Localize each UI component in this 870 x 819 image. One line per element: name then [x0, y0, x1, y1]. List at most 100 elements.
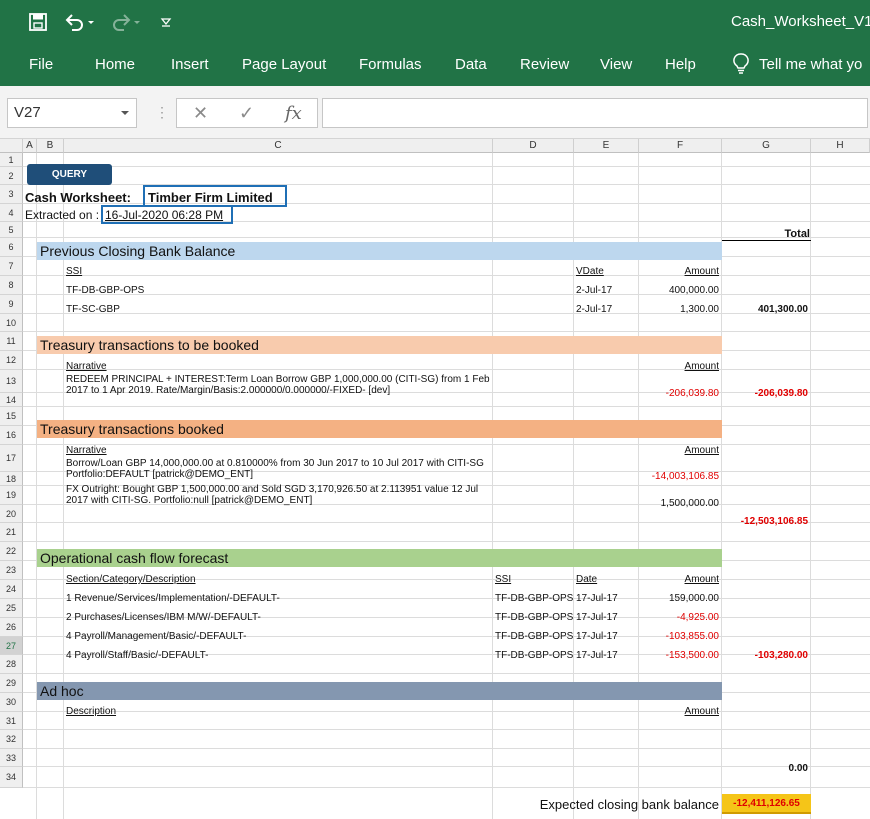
- insert-function-button[interactable]: fx: [285, 103, 302, 124]
- ops-row-description: 4 Payroll/Staff/Basic/-DEFAULT-: [66, 650, 209, 661]
- prev-total: 401,300.00: [757, 304, 808, 315]
- row-header[interactable]: 20: [0, 505, 23, 523]
- column-label-narrative: Narrative: [66, 445, 107, 456]
- tab-home[interactable]: Home: [95, 56, 135, 73]
- row-header[interactable]: 30: [0, 693, 23, 712]
- row-header[interactable]: 10: [0, 314, 23, 332]
- column-header-f[interactable]: F: [639, 139, 722, 153]
- column-label-description: Description: [66, 706, 117, 717]
- row-header[interactable]: 23: [0, 561, 23, 580]
- row-header[interactable]: 7: [0, 257, 23, 276]
- row-header[interactable]: 17: [0, 445, 23, 472]
- row-header[interactable]: 11: [0, 332, 23, 351]
- column-header-e[interactable]: E: [574, 139, 639, 153]
- column-header-d[interactable]: D: [493, 139, 574, 153]
- tobook-total: -206,039.80: [754, 388, 808, 399]
- redo-icon[interactable]: [108, 10, 142, 34]
- tab-data[interactable]: Data: [455, 56, 487, 73]
- row-header[interactable]: 26: [0, 618, 23, 637]
- row-header[interactable]: 1: [0, 153, 23, 167]
- total-column-header: Total: [784, 228, 810, 240]
- ops-row-ssi: TF-DB-GBP-OPS: [495, 612, 573, 623]
- column-label-ssi: SSI: [495, 574, 512, 585]
- chevron-down-icon[interactable]: [121, 111, 129, 115]
- section-to-be-booked: Treasury transactions to be booked: [37, 336, 722, 354]
- column-header-b[interactable]: B: [37, 139, 64, 153]
- column-label-amount: Amount: [684, 361, 719, 372]
- row-header[interactable]: 28: [0, 655, 23, 674]
- column-header-h[interactable]: H: [811, 139, 870, 153]
- prev-row-amount: 400,000.00: [668, 285, 719, 296]
- row-header[interactable]: 5: [0, 222, 23, 238]
- row-header[interactable]: 25: [0, 599, 23, 618]
- column-header-g[interactable]: G: [722, 139, 811, 153]
- gridline: [23, 748, 870, 749]
- column-header-c[interactable]: C: [64, 139, 493, 153]
- row-header[interactable]: 16: [0, 426, 23, 445]
- booked-amount: 1,500,000.00: [660, 498, 719, 509]
- undo-icon[interactable]: [62, 10, 96, 34]
- row-header[interactable]: 21: [0, 523, 23, 542]
- row-header[interactable]: 8: [0, 276, 23, 295]
- row-header[interactable]: 2: [0, 167, 23, 185]
- row-header[interactable]: 14: [0, 393, 23, 407]
- ops-row-amount: -103,855.00: [665, 631, 719, 642]
- ops-row-description: 2 Purchases/Licenses/IBM M/W/-DEFAULT-: [66, 612, 261, 623]
- worksheet-grid[interactable]: A B C D E F G H 1 2 3 4 5 6 7 8 9 10 11 12 13 14 15 16 1…: [0, 139, 870, 819]
- gridline: [23, 369, 870, 370]
- tab-help[interactable]: Help: [665, 56, 696, 73]
- gridline: [23, 444, 870, 445]
- section-booked: Treasury transactions booked: [37, 420, 722, 438]
- gridline: [23, 275, 870, 276]
- window-title: Cash_Worksheet_V1: [731, 13, 870, 30]
- booked-narrative: FX Outright: Bought GBP 1,500,000.00 and…: [66, 484, 479, 506]
- column-label-amount: Amount: [684, 574, 719, 585]
- column-header-a[interactable]: A: [23, 139, 37, 153]
- row-header[interactable]: 12: [0, 351, 23, 370]
- customize-qat-icon[interactable]: [157, 10, 175, 34]
- title-bar: Cash_Worksheet_V1: [0, 0, 870, 44]
- row-header[interactable]: 33: [0, 749, 23, 767]
- ops-row-date: 17-Jul-17: [576, 593, 618, 604]
- tab-insert[interactable]: Insert: [171, 56, 209, 73]
- enter-icon[interactable]: ✓: [239, 103, 254, 124]
- row-header[interactable]: 29: [0, 674, 23, 693]
- row-header[interactable]: 15: [0, 407, 23, 426]
- section-ad-hoc: Ad hoc: [37, 682, 722, 700]
- row-header[interactable]: 9: [0, 295, 23, 314]
- row-header[interactable]: 31: [0, 712, 23, 730]
- row-header[interactable]: 22: [0, 542, 23, 561]
- row-header[interactable]: 27: [0, 637, 23, 655]
- row-header[interactable]: 13: [0, 370, 23, 393]
- ribbon-tabs: File Home Insert Page Layout Formulas Da…: [0, 44, 870, 86]
- formula-input[interactable]: [322, 98, 868, 128]
- cancel-icon[interactable]: ✕: [193, 103, 208, 124]
- total-header-border: [722, 240, 811, 241]
- ops-row-amount: 159,000.00: [668, 593, 719, 604]
- tab-file[interactable]: File: [29, 56, 53, 73]
- save-icon[interactable]: [27, 10, 49, 34]
- query-button[interactable]: QUERY: [27, 164, 112, 185]
- prev-row-amount: 1,300.00: [680, 304, 719, 315]
- tab-review[interactable]: Review: [520, 56, 569, 73]
- row-header[interactable]: 24: [0, 580, 23, 599]
- row-header[interactable]: 3: [0, 185, 23, 204]
- column-label-amount: Amount: [684, 266, 719, 277]
- row-header[interactable]: 19: [0, 486, 23, 505]
- prev-row-date: 2-Jul-17: [576, 285, 613, 296]
- tell-me-search[interactable]: Tell me what yo: [733, 53, 862, 75]
- tab-formulas[interactable]: Formulas: [359, 56, 422, 73]
- tab-view[interactable]: View: [600, 56, 632, 73]
- row-header[interactable]: 34: [0, 767, 23, 788]
- row-header[interactable]: 4: [0, 204, 23, 222]
- row-header[interactable]: 6: [0, 238, 23, 257]
- booked-narrative: Borrow/Loan GBP 14,000,000.00 at 0.81000…: [66, 458, 484, 480]
- select-all-corner[interactable]: [0, 139, 23, 153]
- name-box[interactable]: V27: [7, 98, 137, 128]
- tab-page-layout[interactable]: Page Layout: [242, 56, 326, 73]
- ops-row-date: 17-Jul-17: [576, 650, 618, 661]
- gridline: [23, 294, 870, 295]
- row-header[interactable]: 32: [0, 730, 23, 749]
- tell-me-label: Tell me what yo: [759, 55, 863, 73]
- row-header[interactable]: 18: [0, 472, 23, 486]
